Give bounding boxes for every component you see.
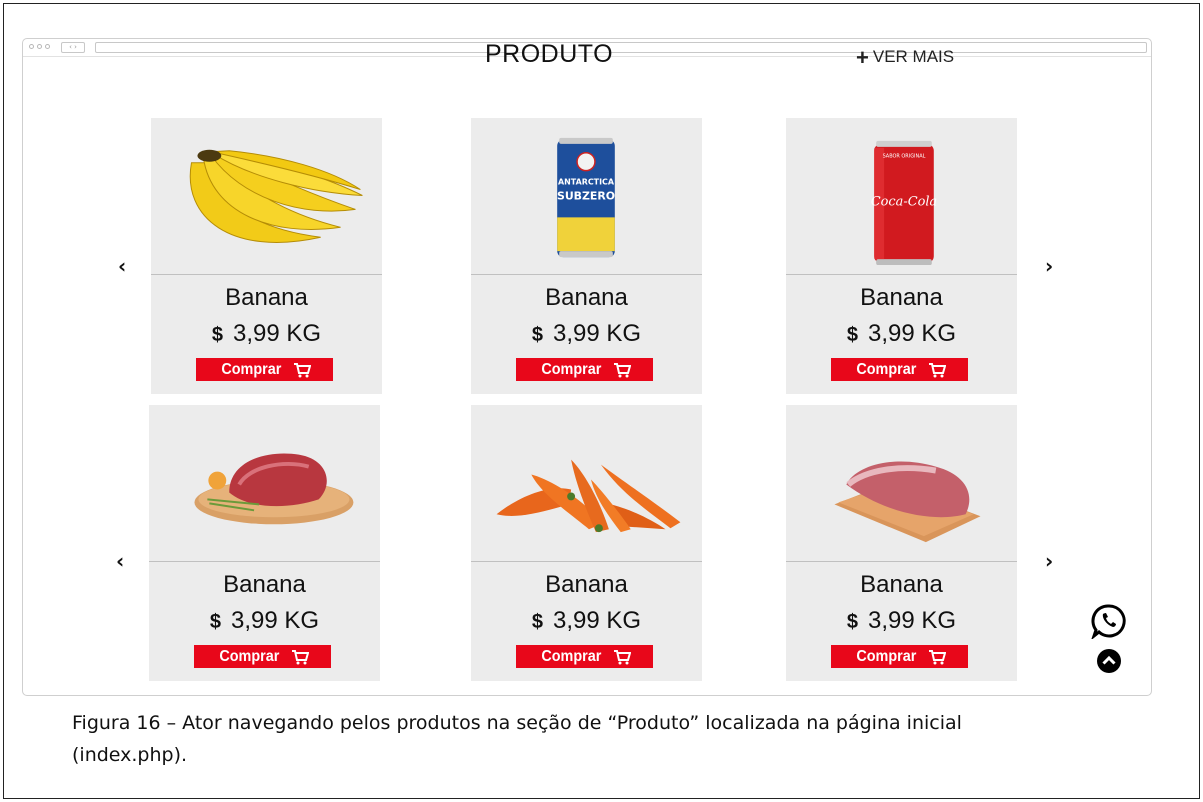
- beef-image: [149, 405, 380, 562]
- dollar-icon: $: [846, 611, 859, 633]
- caption-line: (index.php).: [72, 744, 188, 766]
- prev-arrow-icon[interactable]: ‹: [116, 549, 124, 573]
- dollar-icon: $: [209, 611, 222, 633]
- product-card[interactable]: Banana $3,99 KG Comprar: [149, 405, 380, 681]
- whatsapp-icon[interactable]: [1090, 603, 1127, 641]
- price-value: 3,99 KG: [553, 320, 642, 347]
- dollar-icon: $: [531, 611, 544, 633]
- window-dot-icon[interactable]: [37, 44, 42, 49]
- product-name: Banana: [545, 284, 628, 311]
- comprar-label: Comprar: [856, 360, 917, 378]
- section-title: PRODUTO: [485, 40, 614, 68]
- comprar-button[interactable]: Comprar: [196, 358, 333, 381]
- comprar-button[interactable]: Comprar: [831, 358, 968, 381]
- product-price: $3,99 KG: [786, 607, 1017, 635]
- ver-mais-link[interactable]: + VER MAIS: [856, 44, 955, 70]
- window-dot-icon[interactable]: [45, 44, 50, 49]
- product-card[interactable]: Banana $3,99 KG Comprar: [786, 405, 1017, 681]
- prev-arrow-icon[interactable]: ‹: [118, 254, 126, 278]
- figure-caption: Figura 16 – Ator navegando pelos produto…: [72, 707, 1182, 771]
- price-value: 3,99 KG: [868, 320, 957, 347]
- beer-can-image: ANTARCTICA SUBZERO: [471, 118, 702, 275]
- product-card[interactable]: SABOR ORIGINAL Coca-Cola Banana $3,99 KG…: [786, 118, 1017, 394]
- coke-top-text: SABOR ORIGINAL: [883, 154, 926, 160]
- product-price: $3,99 KG: [786, 320, 1017, 348]
- window-controls[interactable]: [29, 44, 50, 49]
- caption-line: Figura 16 – Ator navegando pelos produto…: [72, 712, 962, 734]
- price-value: 3,99 KG: [553, 607, 642, 634]
- chevron-up-circle-icon[interactable]: [1096, 648, 1122, 674]
- product-price: $3,99 KG: [471, 320, 702, 348]
- comprar-button[interactable]: Comprar: [831, 645, 968, 668]
- comprar-label: Comprar: [221, 360, 282, 378]
- comprar-button[interactable]: Comprar: [194, 645, 331, 668]
- dollar-icon: $: [531, 324, 544, 346]
- plus-icon: +: [856, 44, 869, 70]
- price-value: 3,99 KG: [868, 607, 957, 634]
- product-card[interactable]: ANTARCTICA SUBZERO Banana $3,99 KG Compr…: [471, 118, 702, 394]
- comprar-label: Comprar: [856, 647, 917, 665]
- comprar-button[interactable]: Comprar: [516, 645, 653, 668]
- browser-back-forward-icon[interactable]: ‹ ›: [61, 42, 85, 53]
- cart-icon: [928, 362, 946, 378]
- comprar-button[interactable]: Comprar: [516, 358, 653, 381]
- carrots-image: [471, 405, 702, 562]
- price-value: 3,99 KG: [231, 607, 320, 634]
- product-price: $3,99 KG: [471, 607, 702, 635]
- cart-icon: [293, 362, 311, 378]
- product-name: Banana: [860, 284, 943, 311]
- product-name: Banana: [223, 571, 306, 598]
- cart-icon: [291, 649, 309, 665]
- coca-cola-can-image: SABOR ORIGINAL Coca-Cola: [786, 118, 1017, 275]
- bananas-image: [151, 118, 382, 275]
- ver-mais-label: VER MAIS: [872, 47, 955, 66]
- cart-icon: [928, 649, 946, 665]
- comprar-label: Comprar: [541, 647, 602, 665]
- product-name: Banana: [545, 571, 628, 598]
- cart-icon: [613, 362, 631, 378]
- window-dot-icon[interactable]: [29, 44, 34, 49]
- coke-logo-text: Coca-Cola: [871, 194, 937, 209]
- dollar-icon: $: [211, 324, 224, 346]
- cart-icon: [613, 649, 631, 665]
- beer-brand-line2: SUBZERO: [557, 189, 615, 202]
- product-card[interactable]: Banana $3,99 KG Comprar: [151, 118, 382, 394]
- pork-cut-image: [786, 405, 1017, 562]
- comprar-label: Comprar: [541, 360, 602, 378]
- product-name: Banana: [860, 571, 943, 598]
- product-name: Banana: [225, 284, 308, 311]
- product-price: $3,99 KG: [149, 607, 380, 635]
- dollar-icon: $: [846, 324, 859, 346]
- comprar-label: Comprar: [219, 647, 280, 665]
- price-value: 3,99 KG: [233, 320, 322, 347]
- product-card[interactable]: Banana $3,99 KG Comprar: [471, 405, 702, 681]
- beer-brand-line1: ANTARCTICA: [558, 178, 615, 187]
- next-arrow-icon[interactable]: ›: [1045, 254, 1053, 278]
- next-arrow-icon[interactable]: ›: [1045, 549, 1053, 573]
- product-price: $3,99 KG: [151, 320, 382, 348]
